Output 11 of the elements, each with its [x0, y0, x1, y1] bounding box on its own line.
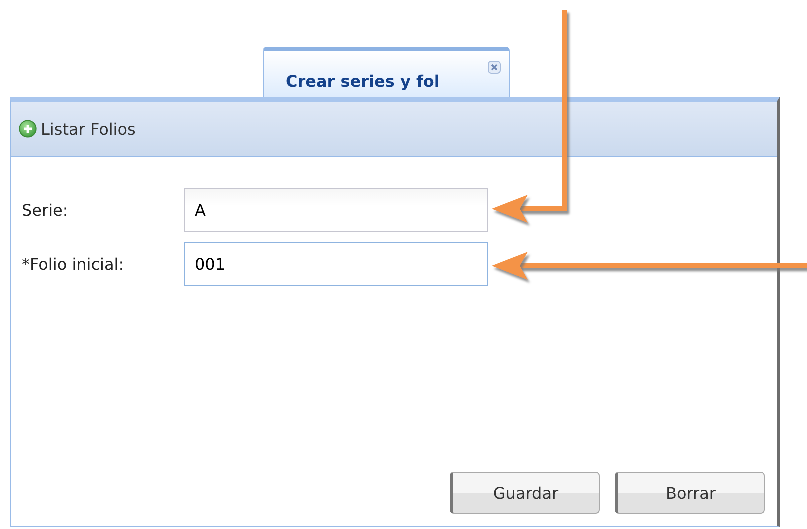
- action-button[interactable]: Guardar: [450, 472, 600, 514]
- input-field[interactable]: 001: [184, 242, 488, 286]
- field-label: *Folio inicial:: [22, 254, 126, 274]
- tab-label: Crear series y fol: [286, 72, 440, 90]
- plus-icon: [19, 120, 37, 138]
- list-button[interactable]: Listar Folios: [19, 120, 136, 138]
- action-button[interactable]: Borrar: [615, 472, 765, 514]
- tab[interactable]: Crear series y fol: [263, 47, 510, 97]
- close-icon[interactable]: [488, 61, 501, 74]
- input-field[interactable]: A: [184, 188, 488, 232]
- field-label: Serie:: [22, 200, 70, 220]
